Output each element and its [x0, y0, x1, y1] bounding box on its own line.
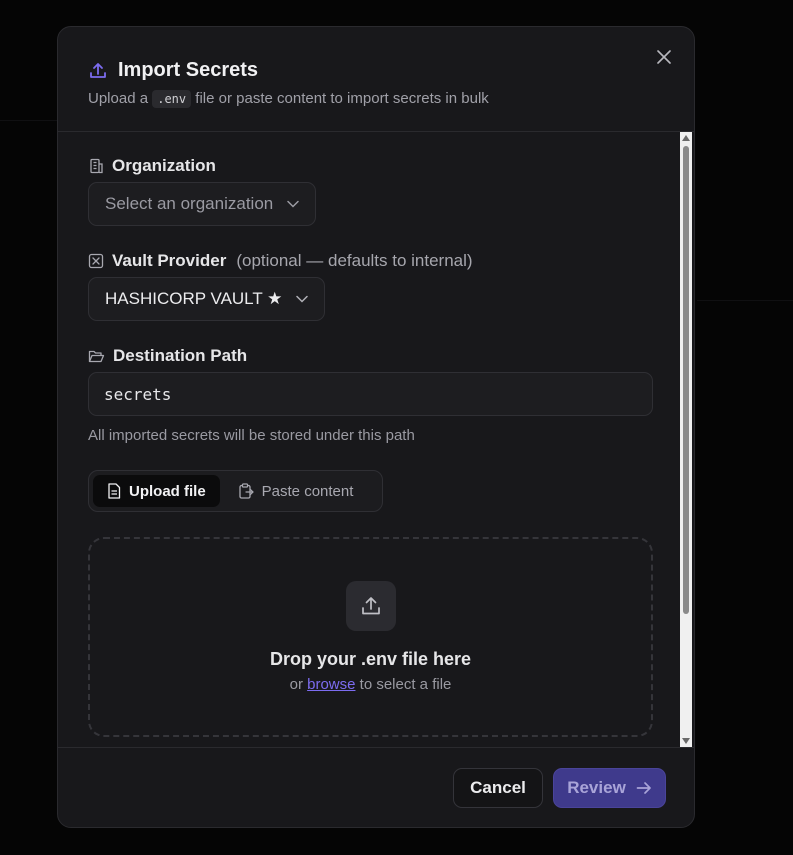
background-divider: [697, 300, 793, 301]
cancel-button[interactable]: Cancel: [453, 768, 543, 808]
organization-label: Organization: [88, 156, 216, 176]
destination-path-value: secrets: [104, 384, 172, 404]
chevron-down-icon: [287, 200, 299, 208]
dropzone-subtitle: or browse to select a file: [290, 676, 452, 693]
building-icon: [90, 158, 103, 174]
subtitle-text: Upload a: [88, 90, 149, 107]
scroll-down-arrow-icon[interactable]: [682, 738, 690, 744]
browse-link[interactable]: browse: [307, 676, 355, 693]
tab-upload-file[interactable]: Upload file: [93, 475, 220, 507]
scroll-thumb[interactable]: [683, 146, 689, 614]
dropzone-icon-box: [345, 581, 396, 631]
arrow-right-icon: [636, 782, 651, 794]
tab-upload-file-label: Upload file: [129, 482, 206, 500]
optional-note: (optional — defaults to internal): [236, 251, 473, 270]
clipboard-icon: [239, 483, 254, 499]
dropzone-sub-text: or: [289, 676, 303, 693]
destination-path-input[interactable]: secrets: [88, 372, 653, 416]
upload-icon: [90, 62, 106, 78]
import-secrets-dialog: Import Secrets Upload a .env file or pas…: [57, 26, 695, 828]
file-text-icon: [108, 483, 121, 499]
review-button[interactable]: Review: [553, 768, 666, 808]
background-divider: [0, 120, 58, 121]
cancel-button-label: Cancel: [470, 778, 526, 797]
dropzone-sub-text: to select a file: [359, 676, 452, 693]
vault-provider-select[interactable]: HASHICORP VAULT ★: [88, 277, 326, 321]
dialog-body: Organization Select an organization Vaul…: [58, 132, 694, 747]
organization-select[interactable]: Select an organization: [88, 182, 317, 226]
folder-open-icon: [88, 350, 105, 362]
vault-provider-label-text: Vault Provider: [112, 251, 227, 270]
vault-provider-value: HASHICORP VAULT ★: [105, 289, 283, 308]
file-dropzone[interactable]: Drop your .env file here or browse to se…: [88, 537, 653, 737]
destination-path-label-text: Destination Path: [113, 346, 248, 365]
destination-path-hint: All imported secrets will be stored unde…: [88, 427, 415, 444]
chevron-down-icon: [296, 295, 309, 303]
vault-icon: [88, 253, 104, 269]
scroll-up-arrow-icon[interactable]: [682, 135, 690, 141]
dropzone-title: Drop your .env file here: [269, 649, 472, 669]
import-mode-tabs: Upload file Paste content: [88, 470, 383, 512]
upload-icon: [361, 597, 380, 615]
tab-paste-content[interactable]: Paste content: [224, 475, 368, 507]
scrollbar[interactable]: [680, 132, 692, 747]
dialog-title: Import Secrets: [118, 59, 259, 81]
dialog-header: Import Secrets Upload a .env file or pas…: [88, 59, 664, 108]
subtitle-text: file or paste content to import secrets …: [195, 90, 489, 107]
organization-placeholder: Select an organization: [105, 194, 274, 213]
env-code-chip: .env: [152, 90, 192, 108]
review-button-label: Review: [567, 778, 626, 797]
footer-divider: [58, 747, 694, 748]
vault-provider-label: Vault Provider (optional — defaults to i…: [88, 251, 473, 271]
dialog-subtitle: Upload a .env file or paste content to i…: [88, 90, 664, 108]
tab-paste-content-label: Paste content: [261, 482, 354, 500]
organization-label-text: Organization: [112, 156, 216, 175]
destination-path-label: Destination Path: [88, 346, 247, 366]
